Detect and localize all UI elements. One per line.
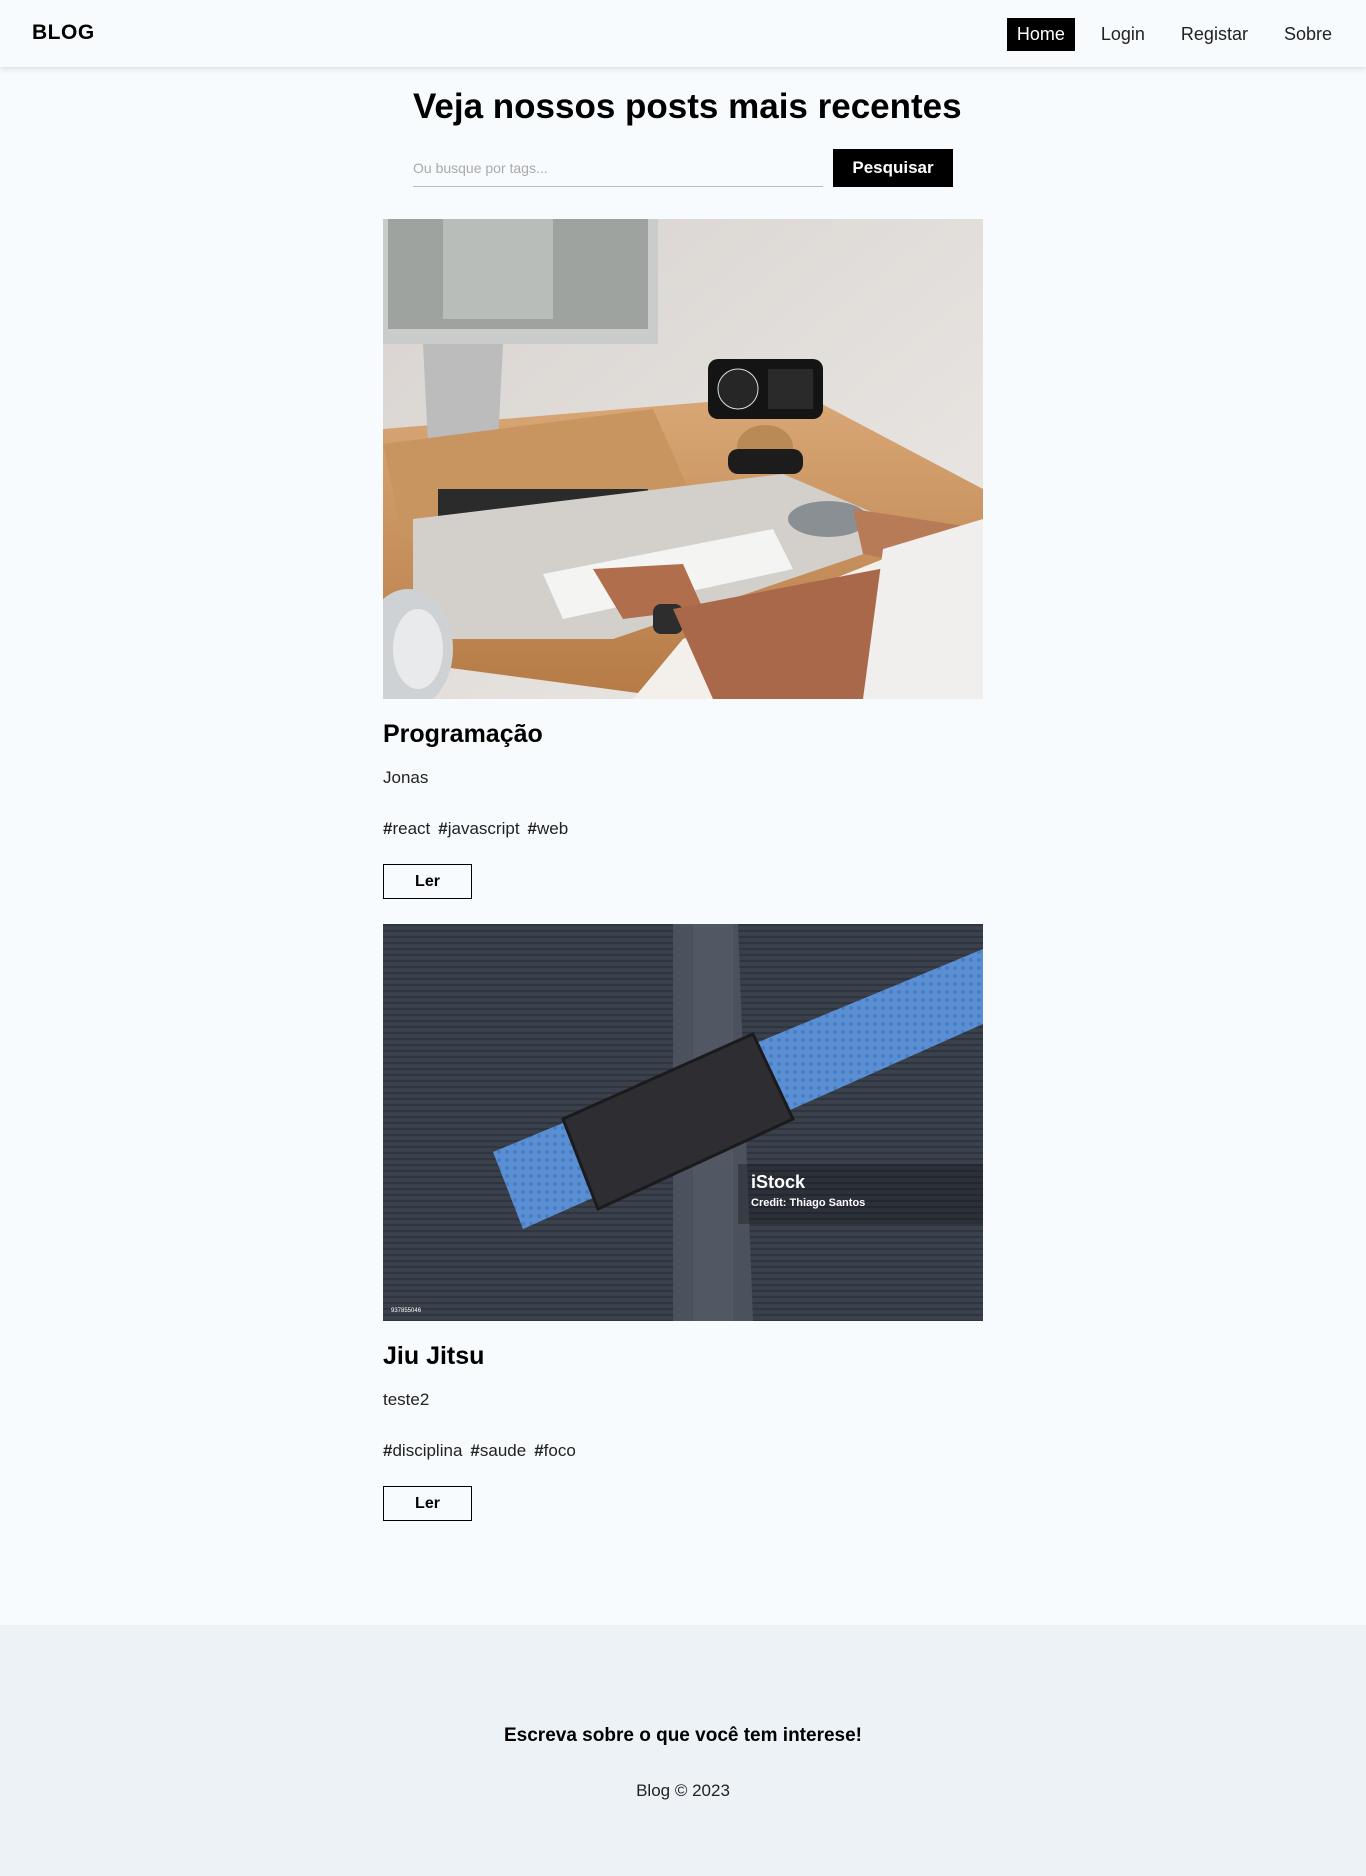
tag[interactable]: web [537,819,568,839]
navbar: BLOG Home Login Registar Sobre [0,0,1366,67]
tag[interactable]: javascript [448,819,520,839]
watermark-text: iStock [751,1172,806,1192]
search-button[interactable]: Pesquisar [833,149,953,187]
nav-link-home[interactable]: Home [1006,18,1075,51]
tag-hash: # [534,1441,544,1460]
page-title: Veja nossos posts mais recentes [413,87,962,126]
tag-search-input[interactable] [413,150,823,187]
nav-link-login[interactable]: Login [1091,18,1155,51]
footer-copyright: Blog © 2023 [636,1781,730,1800]
nav-link-register[interactable]: Registar [1171,18,1258,51]
post-image: iStock Credit: Thiago Santos 937855046 [383,924,983,1321]
tag[interactable]: react [392,819,430,839]
photo-credit: Credit: Thiago Santos [751,1197,865,1209]
stock-id: 937855046 [391,1308,422,1314]
post-title[interactable]: Jiu Jitsu [383,1342,484,1371]
tag-hash: # [470,1441,480,1460]
post-title[interactable]: Programação [383,720,543,749]
tag-hash: # [383,819,393,838]
tag[interactable]: saude [480,1441,526,1461]
read-post-button[interactable]: Ler [383,1486,472,1521]
nav-link-about[interactable]: Sobre [1274,18,1342,51]
tag[interactable]: foco [544,1441,576,1461]
post-tags: # react # javascript # web [383,819,576,839]
read-post-button[interactable]: Ler [383,864,472,899]
footer-tagline: Escreva sobre o que você tem interese! [504,1725,862,1746]
post-author: teste2 [383,1390,430,1409]
tag-hash: # [383,1441,393,1460]
nav-links: Home Login Registar Sobre [991,18,1342,51]
footer: Escreva sobre o que você tem interese! B… [0,1625,1366,1876]
post-tags: # disciplina # saude # foco [383,1441,584,1461]
post-image [383,219,983,699]
tag-hash: # [438,819,448,838]
post-author: Jonas [383,768,429,787]
tag[interactable]: disciplina [392,1441,462,1461]
desk-workspace-photo [383,219,983,699]
tag-hash: # [527,819,538,838]
brand-logo[interactable]: BLOG [32,21,95,45]
jiu-jitsu-blue-belt-photo: iStock Credit: Thiago Santos 937855046 [383,924,983,1321]
